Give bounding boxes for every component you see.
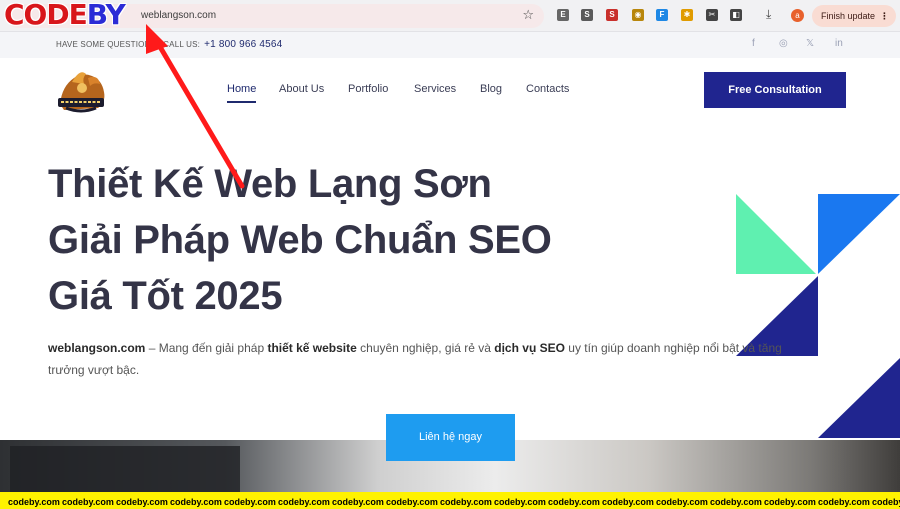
watermark-text: codeby.com xyxy=(170,497,222,507)
watermark-text: codeby.com xyxy=(872,497,900,507)
watermark-text: codeby.com xyxy=(818,497,870,507)
watermark-text: codeby.com xyxy=(386,497,438,507)
watermark-text: codeby.com xyxy=(116,497,168,507)
watermark-text: codeby.com xyxy=(710,497,762,507)
red-arrow-annotation xyxy=(146,24,245,189)
watermark-text: codeby.com xyxy=(440,497,492,507)
watermark-text: codeby.com xyxy=(332,497,384,507)
watermark-text: codeby.com xyxy=(656,497,708,507)
watermark-text: codeby.com xyxy=(548,497,600,507)
codeby-watermark-strip: codeby.com codeby.com codeby.com codeby.com… xyxy=(0,492,900,509)
watermark-text: codeby.com xyxy=(494,497,546,507)
watermark-text: codeby.com xyxy=(278,497,330,507)
watermark-text: codeby.com xyxy=(8,497,60,507)
watermark-text: codeby.com xyxy=(602,497,654,507)
watermark-text: codeby.com xyxy=(764,497,816,507)
watermark-text: codeby.com xyxy=(224,497,276,507)
watermark-text: codeby.com xyxy=(62,497,114,507)
